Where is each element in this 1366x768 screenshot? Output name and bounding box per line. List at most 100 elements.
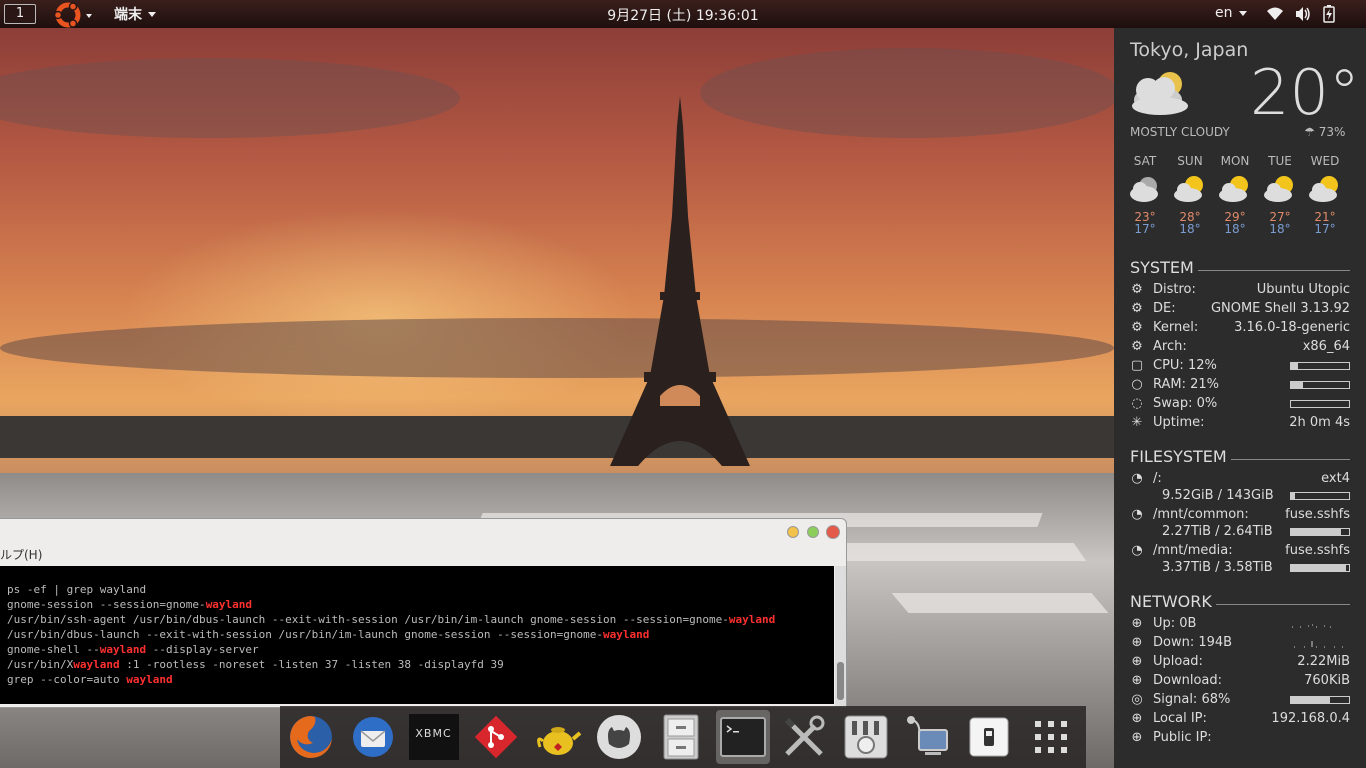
- download-total-row: ⊕ Download: 760KiB: [1130, 671, 1350, 690]
- mount-usage-row: 3.37TiB / 3.58TiB: [1162, 559, 1350, 576]
- terminal-line: gnome-session --session=gnome-wayland: [7, 598, 253, 611]
- uptime-icon: ✳: [1131, 415, 1143, 430]
- disk-pie-icon: ◔: [1131, 507, 1143, 522]
- swap-label: Swap: 0%: [1153, 396, 1218, 411]
- disk-pie-icon: ◔: [1131, 543, 1143, 558]
- dock-show-apps[interactable]: [1024, 710, 1078, 764]
- terminal-titlebar[interactable]: [0, 519, 846, 545]
- terminal-scrollbar[interactable]: [835, 566, 846, 706]
- dock-terminal[interactable]: [715, 710, 770, 764]
- net-up-label: Up: 0B: [1153, 616, 1197, 631]
- battery-icon[interactable]: [1322, 5, 1336, 23]
- terminal-output[interactable]: ps -ef | grep wayland gnome-session --ses…: [0, 566, 834, 704]
- kernel-label: Kernel:: [1153, 320, 1199, 335]
- current-temperature: 20°: [1250, 56, 1360, 129]
- dock-git[interactable]: [469, 710, 523, 764]
- mount-path: /:: [1153, 471, 1162, 486]
- file-cabinet-icon: [663, 714, 699, 760]
- menu-help[interactable]: ルプ(H): [0, 548, 42, 562]
- mount-bar: [1290, 491, 1350, 500]
- forecast-day: SAT 23° 17°: [1122, 154, 1168, 236]
- terminal-window[interactable]: ルプ(H) ps -ef | grep wayland gnome-session…: [0, 518, 847, 708]
- upload-icon: ⊕: [1131, 654, 1143, 669]
- local-ip-label: Local IP:: [1153, 711, 1207, 726]
- disk-pie-icon: ◔: [1131, 471, 1143, 486]
- network-computer-icon: [906, 716, 948, 755]
- dock-firefox[interactable]: [284, 710, 338, 764]
- upload-label: Upload:: [1153, 654, 1203, 669]
- partly-sunny-icon: [1174, 176, 1203, 202]
- mount-usage-row: 9.52GiB / 143GiB: [1162, 487, 1350, 504]
- de-value: GNOME Shell 3.13.92: [1210, 301, 1350, 316]
- dock-network[interactable]: [901, 710, 955, 764]
- download-value: 760KiB: [1304, 673, 1350, 688]
- cpu-label: CPU: 12%: [1153, 358, 1217, 373]
- distro-value: Ubuntu Utopic: [1256, 282, 1350, 297]
- volume-icon[interactable]: [1294, 5, 1312, 23]
- system-tray: [1266, 5, 1336, 23]
- forecast-low: 18°: [1179, 222, 1201, 236]
- weather-condition: MOSTLY CLOUDY: [1130, 125, 1230, 139]
- cpu-icon: ▢: [1130, 358, 1144, 373]
- upload-total-row: ⊕ Upload: 2.22MiB: [1130, 652, 1350, 671]
- dock-switch[interactable]: [963, 710, 1017, 764]
- arrow-up-icon: ⊕: [1131, 616, 1143, 631]
- download-graph: [1294, 640, 1343, 647]
- swap-bar: [1290, 399, 1350, 408]
- ram-row: ○ RAM: 21%: [1130, 375, 1350, 394]
- close-button[interactable]: [826, 525, 840, 539]
- dock-teapot[interactable]: [531, 710, 585, 764]
- network-title: NETWORK: [1130, 592, 1212, 611]
- dock-xbmc[interactable]: XBMC: [407, 710, 461, 764]
- terminal-menubar[interactable]: ルプ(H): [0, 545, 846, 565]
- minimize-button[interactable]: [787, 526, 799, 538]
- xbmc-label: XBMC: [415, 727, 452, 740]
- system-title: SYSTEM: [1130, 258, 1194, 277]
- teapot-icon: [536, 727, 581, 755]
- ram-label: RAM: 21%: [1153, 377, 1220, 392]
- tools-icon: [785, 715, 825, 756]
- power-switch-icon: [969, 717, 1009, 757]
- download-label: Download:: [1153, 673, 1222, 688]
- uptime-label: Uptime:: [1153, 415, 1205, 430]
- upload-value: 2.22MiB: [1297, 654, 1350, 669]
- firefox-icon: [289, 716, 332, 758]
- cloud-icon: [1132, 72, 1188, 115]
- forecast-day: SUN 28° 18°: [1167, 154, 1213, 236]
- local-ip-row: ⊕ Local IP: 192.168.0.4: [1130, 709, 1350, 728]
- dock: XBMC: [280, 706, 1086, 768]
- wifi-icon[interactable]: [1266, 5, 1284, 23]
- maximize-button[interactable]: [807, 526, 819, 538]
- download-icon: ⊕: [1131, 673, 1143, 688]
- dock-github[interactable]: [592, 710, 646, 764]
- arch-row: ⚙ Arch: x86_64: [1130, 337, 1350, 356]
- terminal-line: /usr/bin/Xwayland :1 -rootless -noreset …: [7, 658, 504, 671]
- uptime-value: 2h 0m 4s: [1289, 415, 1350, 430]
- signal-row: ◎ Signal: 68%: [1130, 690, 1350, 709]
- ram-icon: ○: [1131, 377, 1143, 392]
- mount-type: fuse.sshfs: [1285, 543, 1350, 558]
- forecast-day-label: SAT: [1133, 154, 1157, 168]
- language-selector[interactable]: en: [1215, 5, 1247, 21]
- upload-graph: [1292, 624, 1331, 627]
- forecast-low: 18°: [1224, 222, 1246, 236]
- dock-system-monitor[interactable]: [839, 710, 893, 764]
- mount-row: ◔ /mnt/media: fuse.sshfs: [1130, 541, 1350, 560]
- net-down-row: ⊕ Down: 194B: [1130, 633, 1350, 652]
- partly-sunny-icon: [1309, 176, 1338, 202]
- arch-label: Arch:: [1153, 339, 1187, 354]
- mount-type: fuse.sshfs: [1285, 507, 1350, 522]
- dock-files[interactable]: [654, 710, 708, 764]
- mount-bar: [1290, 563, 1350, 572]
- eiffel-tower-image: [610, 96, 750, 466]
- dock-settings-tools[interactable]: [778, 710, 832, 764]
- arrow-down-icon: ⊕: [1131, 635, 1143, 650]
- dock-thunderbird[interactable]: [346, 710, 400, 764]
- signal-bar: [1290, 695, 1350, 704]
- terminal-line: /usr/bin/dbus-launch --exit-with-session…: [7, 628, 650, 641]
- distro-row: ⚙ Distro: Ubuntu Utopic: [1130, 280, 1350, 299]
- clock[interactable]: 9月27日 (土) 19:36:01: [0, 5, 1366, 25]
- scrollbar-thumb[interactable]: [837, 662, 844, 700]
- mixer-icon: [844, 715, 888, 759]
- terminal-icon: [719, 717, 766, 757]
